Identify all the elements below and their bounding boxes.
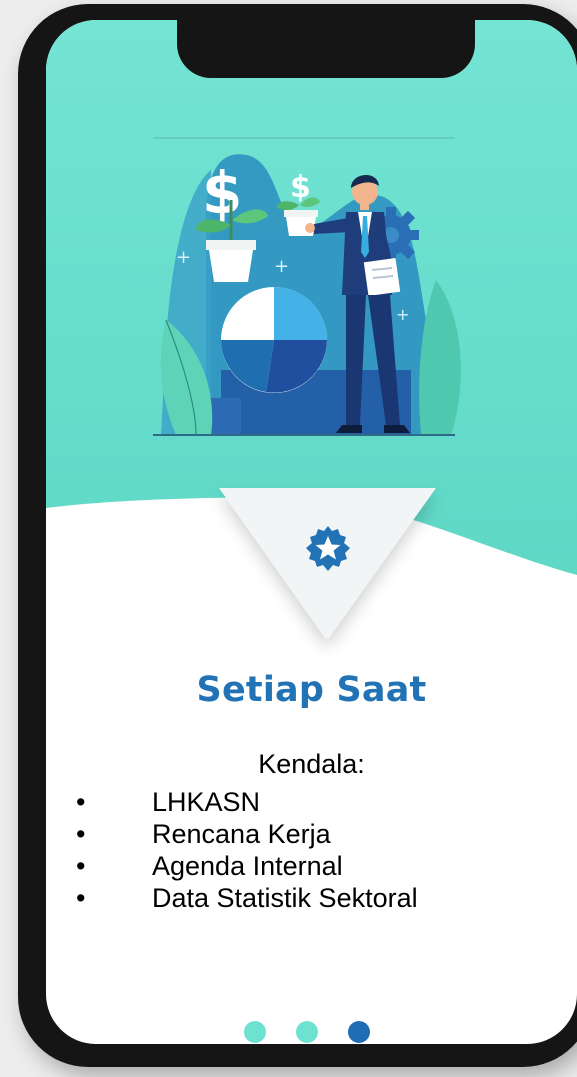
list-item-label: Rencana Kerja: [152, 819, 331, 849]
list-item-label: Agenda Internal: [152, 851, 343, 881]
page-dot-1[interactable]: [244, 1021, 266, 1043]
constraint-list: • LHKASN • Rencana Kerja • Agenda Internal …: [76, 786, 418, 914]
bullet: •: [76, 883, 86, 913]
list-item: • Data Statistik Sektoral: [76, 882, 418, 914]
page-dot-3[interactable]: [348, 1021, 370, 1043]
phone-frame: $ $ + + + Setiap Saat Kendala: • LHKASN …: [18, 4, 577, 1067]
list-item: • Rencana Kerja: [76, 818, 418, 850]
bullet: •: [76, 787, 86, 817]
page-dot-2[interactable]: [296, 1021, 318, 1043]
phone-screen: $ $ + + + Setiap Saat Kendala: • LHKASN …: [46, 20, 577, 1044]
list-item: • Agenda Internal: [76, 850, 418, 882]
list-item: • LHKASN: [76, 786, 418, 818]
subtitle: Kendala:: [258, 749, 365, 779]
list-item-label: Data Statistik Sektoral: [152, 883, 418, 913]
list-item-label: LHKASN: [152, 787, 261, 817]
star-badge-icon: [306, 526, 350, 571]
bullet: •: [76, 851, 86, 881]
bullet: •: [76, 819, 86, 849]
phone-notch: [177, 20, 475, 78]
page-title: Setiap Saat: [196, 670, 427, 710]
